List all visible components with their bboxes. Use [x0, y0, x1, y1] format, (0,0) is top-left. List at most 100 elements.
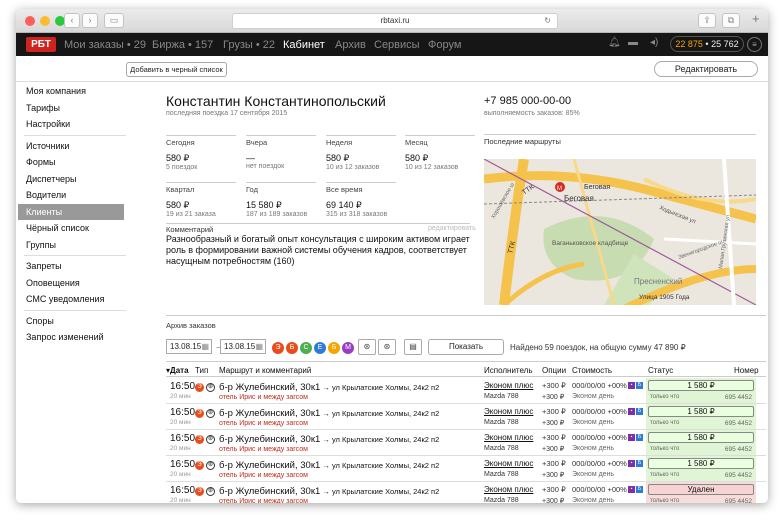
edit-comment-link[interactable]: редактировать — [428, 225, 476, 232]
sidebar-item-blacklist[interactable]: Чёрный список — [16, 220, 126, 237]
sidebar-item-dispatchers[interactable]: Диспетчеры — [16, 171, 126, 188]
forward-icon[interactable]: › — [82, 13, 98, 28]
stat-label: Неделя — [326, 138, 353, 147]
balance-pill[interactable]: 22 875 • 25 762 — [670, 36, 744, 52]
order-number: 695 4452 — [724, 446, 752, 453]
car-model: Mazda 788 — [484, 497, 519, 503]
nav-services[interactable]: Сервисы — [374, 39, 420, 51]
cost-value: 000/00/00 +00% — [572, 381, 627, 390]
calendar-icon[interactable]: ▦ — [255, 340, 263, 353]
status-cell[interactable]: 1 580 ₽ только что 695 4452 — [646, 404, 756, 429]
menu-icon[interactable]: ≡ — [747, 37, 762, 52]
order-number: 695 4452 — [724, 394, 752, 401]
sidebar-item-bans[interactable]: Запреты — [16, 258, 126, 275]
date-from-input[interactable]: 13.08.15 ▦ — [166, 339, 212, 354]
cost-tariff: Эконом день — [572, 471, 615, 478]
option-price-2: +300 ₽ — [542, 394, 565, 401]
tariff-filter-icon[interactable]: Е — [314, 342, 326, 354]
address-bar[interactable]: rbtaxi.ru ↻ — [232, 13, 558, 29]
economy-type-icon: Э — [195, 435, 204, 444]
sidebar-item-clients[interactable]: Клиенты — [18, 203, 124, 220]
sidebar-item-tariffs[interactable]: Тарифы — [16, 100, 126, 117]
sidebar-item-drivers[interactable]: Водители — [16, 187, 126, 204]
cost-tariff: Эконом день — [572, 445, 615, 452]
show-button[interactable]: Показать — [428, 339, 504, 355]
reload-icon[interactable]: ↻ — [544, 14, 551, 28]
table-row[interactable]: 16:50 20 мин Э ⊛ б-р Жулебинский, 30к1 → ул … — [166, 378, 766, 404]
sidebar-item-change-request[interactable]: Запрос изменений — [16, 329, 126, 346]
executor-link[interactable]: Эконом плюс — [484, 433, 533, 442]
wheel-icon: ⊛ — [206, 409, 215, 418]
sidebar-item-sources[interactable]: Источники — [16, 138, 126, 155]
sound-icon[interactable]: ◂) — [650, 37, 658, 48]
nav-exchange[interactable]: Биржа • 157 — [152, 39, 213, 51]
sidebar-item-company[interactable]: Моя компания — [16, 83, 126, 100]
found-summary: Найдено 59 поездок, на общую сумму 47 89… — [510, 343, 686, 352]
logo[interactable]: РБТ — [26, 37, 56, 52]
share-icon[interactable]: ⇪ — [698, 13, 716, 28]
document-filter-icon[interactable]: ▤ — [404, 339, 422, 355]
date-to-input[interactable]: 13.08.15 ▦ — [220, 339, 266, 354]
stat-count: 5 поездок — [166, 164, 198, 171]
bell-icon[interactable]: 🔔︎ — [608, 37, 621, 48]
nav-cargo[interactable]: Грузы • 22 — [223, 39, 275, 51]
client-phone[interactable]: +7 985 000-00-00 — [484, 95, 571, 107]
back-icon[interactable]: ‹ — [64, 13, 80, 28]
executor-link[interactable]: Эконом плюс — [484, 407, 533, 416]
map-label-0: Беговая — [564, 194, 594, 203]
order-duration: 20 мин — [170, 419, 191, 426]
map-graphic: M Беговая Беговая Ваганьковское кладбище… — [484, 159, 756, 305]
stat-count: 10 из 12 заказов — [326, 164, 380, 171]
tariff-filter-icon[interactable]: М — [342, 342, 354, 354]
executor-link[interactable]: Эконом плюс — [484, 485, 533, 494]
executor-link[interactable]: Эконом плюс — [484, 381, 533, 390]
route-from: б-р Жулебинский, 30к1 — [219, 382, 321, 393]
close-window-button[interactable] — [25, 16, 35, 26]
nav-cabinet[interactable]: Кабинет — [283, 39, 325, 51]
stat-count: 19 из 21 заказа — [166, 211, 216, 218]
wheel2-filter-icon[interactable]: ⊛ — [378, 339, 396, 355]
sidebar-item-settings[interactable]: Настройки — [16, 116, 126, 133]
tariff-filter-icon[interactable]: Э — [272, 342, 284, 354]
route: б-р Жулебинский, 30к1 → ул Крылатские Хо… — [219, 486, 439, 497]
route-arrow-icon: → — [320, 435, 332, 444]
option-price: +300 ₽ — [542, 407, 566, 416]
sidebar-toggle-icon[interactable]: ▭ — [104, 13, 124, 28]
sidebar-item-disputes[interactable]: Споры — [16, 313, 126, 330]
status-cell[interactable]: 1 580 ₽ только что 695 4452 — [646, 456, 756, 481]
status-cell[interactable]: 1 580 ₽ только что 695 4452 — [646, 378, 756, 403]
nav-my-orders[interactable]: Мои заказы • 29 — [64, 39, 146, 51]
table-row[interactable]: 16:50 20 мин Э ⊛ б-р Жулебинский, 30к1 → ул … — [166, 482, 766, 503]
calendar-icon[interactable]: ▦ — [201, 340, 209, 353]
tabs-icon[interactable]: ⧉ — [722, 13, 740, 28]
executor-link[interactable]: Эконом плюс — [484, 459, 533, 468]
wheel-filter-icon[interactable]: ⊛ — [358, 339, 376, 355]
tariff-filter-icon[interactable]: Б — [328, 342, 340, 354]
order-duration: 20 мин — [170, 471, 191, 478]
sidebar-item-sms[interactable]: СМС уведомления — [16, 291, 126, 308]
order-comment: отель Ирис и между загсом — [219, 472, 308, 479]
new-tab-icon[interactable]: + — [752, 11, 760, 26]
table-row[interactable]: 16:50 20 мин Э ⊛ б-р Жулебинский, 30к1 → ул … — [166, 430, 766, 456]
sidebar-item-groups[interactable]: Группы — [16, 237, 126, 254]
add-to-blacklist-button[interactable]: Добавить в черный список — [126, 62, 227, 77]
col-date[interactable]: ▾Дата — [166, 366, 189, 375]
route-to: ул Крылатские Холмы, 24к2 п2 — [331, 409, 440, 418]
nav-forum[interactable]: Форум — [428, 39, 461, 51]
status-cell[interactable]: 1 580 ₽ только что 695 4452 — [646, 430, 756, 455]
minimize-window-button[interactable] — [40, 16, 50, 26]
sidebar-item-alerts[interactable]: Оповещения — [16, 275, 126, 292]
sidebar-divider — [24, 134, 126, 136]
edit-button[interactable]: Редактировать — [654, 61, 758, 77]
tariff-filter-icon[interactable]: С — [300, 342, 312, 354]
status-badge: 1 580 ₽ — [648, 380, 754, 391]
routes-map[interactable]: M Беговая Беговая Ваганьковское кладбище… — [484, 159, 756, 305]
wheel-icon: ⊛ — [206, 383, 215, 392]
chat-icon[interactable]: ▬ — [628, 37, 638, 48]
status-cell[interactable]: Удален только что 695 4452 — [646, 482, 756, 503]
table-row[interactable]: 16:50 20 мин Э ⊛ б-р Жулебинский, 30к1 → ул … — [166, 456, 766, 482]
sidebar-item-forms[interactable]: Формы — [16, 154, 126, 171]
table-row[interactable]: 16:50 20 мин Э ⊛ б-р Жулебинский, 30к1 → ул … — [166, 404, 766, 430]
nav-archive[interactable]: Архив — [335, 39, 366, 51]
tariff-filter-icon[interactable]: Б — [286, 342, 298, 354]
